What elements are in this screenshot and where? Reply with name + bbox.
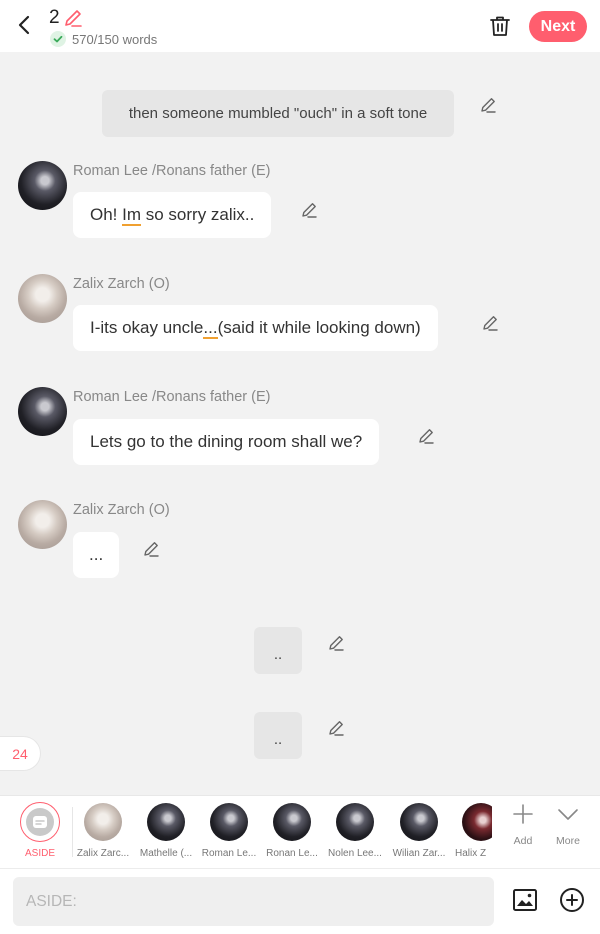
character-option-name: Wilian Zar... [392, 848, 446, 859]
character-option[interactable]: Nolen Lee... [324, 795, 386, 868]
character-option-name: Roman Le... [201, 848, 257, 859]
check-icon [50, 31, 66, 47]
character-name: Roman Lee /Ronans father (E) [73, 163, 271, 179]
dialogue-text: Oh! [90, 205, 123, 224]
page-count-badge[interactable]: 24 [0, 736, 41, 771]
character-avatar [273, 803, 311, 841]
back-arrow-icon[interactable] [12, 12, 38, 38]
spellcheck-underline: ... [203, 318, 218, 339]
character-option-name: Mathelle (... [139, 848, 193, 859]
edit-title-pencil-icon[interactable] [63, 8, 83, 28]
edit-pencil-icon[interactable] [481, 314, 499, 332]
more-characters-button[interactable]: More [548, 802, 588, 847]
edit-pencil-icon[interactable] [479, 96, 497, 114]
character-option-name: Zalix Zarc... [76, 848, 130, 859]
image-icon[interactable] [512, 887, 538, 913]
plus-icon [513, 804, 533, 824]
edit-pencil-icon[interactable] [327, 634, 345, 652]
aside-text: .. [273, 731, 283, 748]
dialogue-bubble[interactable]: Lets go to the dining room shall we? [73, 419, 380, 465]
dialogue-bubble[interactable]: I-its okay uncle...(said it while lookin… [73, 305, 438, 351]
character-avatar [336, 803, 374, 841]
dialogue-text: so sorry zalix.. [141, 205, 255, 224]
character-avatar[interactable] [18, 387, 67, 436]
edit-pencil-icon[interactable] [300, 201, 318, 219]
character-name: Roman Lee /Ronans father (E) [73, 389, 271, 405]
character-option[interactable]: Wilian Zar... [388, 795, 450, 868]
character-option[interactable]: Roman Le... [198, 795, 260, 868]
character-option[interactable]: Halix Z [450, 795, 492, 868]
character-avatar [400, 803, 438, 841]
edit-pencil-icon[interactable] [142, 540, 160, 558]
character-option[interactable]: Mathelle (... [135, 795, 197, 868]
edit-pencil-icon[interactable] [327, 719, 345, 737]
dialogue-text: Lets go to the dining room shall we? [90, 432, 363, 451]
edit-pencil-icon[interactable] [417, 427, 435, 445]
dialogue-text: ... [89, 545, 104, 564]
message-input[interactable]: ASIDE: [13, 877, 494, 926]
character-name: Zalix Zarch (O) [73, 502, 170, 518]
aside-text: then someone mumbled "ouch" in a soft to… [128, 105, 428, 122]
character-avatar [462, 803, 492, 841]
next-button[interactable]: Next [529, 11, 587, 42]
character-avatar [147, 803, 185, 841]
more-label: More [556, 835, 580, 847]
dialogue-bubble[interactable]: Oh! Im so sorry zalix.. [73, 192, 272, 238]
aside-label: ASIDE [24, 848, 55, 859]
aside-bubble[interactable]: then someone mumbled "ouch" in a soft to… [102, 90, 454, 137]
character-name: Zalix Zarch (O) [73, 276, 170, 292]
dialogue-text: I-its okay uncle [90, 318, 204, 337]
character-option[interactable]: Ronan Le... [261, 795, 323, 868]
character-avatar[interactable] [18, 500, 67, 549]
character-option-name: Halix Z [455, 848, 487, 859]
add-character-button[interactable]: Add [503, 802, 543, 847]
character-option[interactable]: Zalix Zarc... [72, 795, 134, 868]
character-avatar[interactable] [18, 161, 67, 210]
aside-text: .. [273, 646, 283, 663]
character-option-name: Ronan Le... [266, 848, 318, 859]
chapter-number: 2 [49, 7, 60, 28]
trash-icon[interactable] [488, 14, 512, 38]
character-avatar[interactable] [18, 274, 67, 323]
top-bar: 2 570/150 words Next [0, 0, 600, 52]
spellcheck-underline: Im [122, 205, 142, 226]
character-avatar [84, 803, 122, 841]
dialogue-text: (said it while looking down) [217, 318, 421, 337]
aside-icon [26, 808, 54, 836]
aside-bubble[interactable]: .. [254, 712, 302, 759]
dialogue-bubble[interactable]: ... [73, 532, 120, 578]
add-circle-icon[interactable] [559, 887, 585, 913]
character-avatar [210, 803, 248, 841]
chevron-down-icon [558, 809, 578, 820]
aside-bubble[interactable]: .. [254, 627, 302, 674]
character-option-name: Nolen Lee... [328, 848, 382, 859]
word-count: 570/150 words [72, 32, 158, 47]
add-label: Add [513, 835, 533, 847]
